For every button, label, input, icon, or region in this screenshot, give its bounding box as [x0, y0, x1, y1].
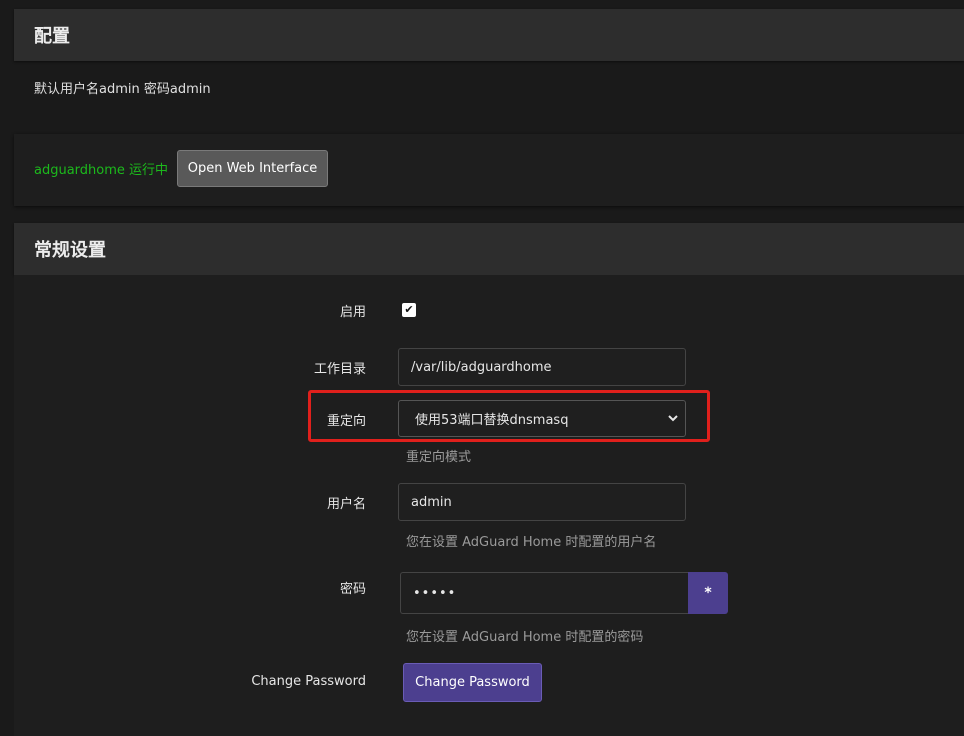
- check-icon: ✔: [404, 303, 414, 316]
- general-settings-title: 常规设置: [34, 240, 106, 261]
- workdir-input[interactable]: /var/lib/adguardhome: [398, 348, 686, 386]
- password-input[interactable]: •••••: [400, 572, 688, 614]
- username-help: 您在设置 AdGuard Home 时配置的用户名: [406, 535, 657, 550]
- username-input[interactable]: admin: [398, 483, 686, 521]
- enable-checkbox[interactable]: ✔: [402, 303, 416, 317]
- change-password-label: Change Password: [251, 674, 366, 689]
- page: 配置 默认用户名admin 密码admin adguardhome 运行中 Op…: [0, 0, 964, 736]
- config-section-title: 配置: [34, 26, 70, 47]
- chevron-down-icon: [668, 415, 678, 422]
- default-credentials-note: 默认用户名admin 密码admin: [34, 82, 211, 97]
- workdir-label: 工作目录: [313, 362, 366, 377]
- redirect-label: 重定向: [326, 414, 366, 429]
- redirect-help: 重定向模式: [406, 450, 472, 465]
- password-label: 密码: [339, 582, 366, 597]
- password-reveal-button[interactable]: *: [688, 572, 728, 614]
- general-settings-header: 常规设置: [14, 223, 964, 275]
- redirect-select[interactable]: 使用53端口替换dnsmasq: [398, 400, 686, 437]
- redirect-selected-value: 使用53端口替换dnsmasq: [415, 413, 569, 428]
- username-label: 用户名: [326, 497, 366, 512]
- status-panel: adguardhome 运行中 Open Web Interface: [14, 134, 964, 206]
- config-section-header: 配置: [14, 9, 964, 61]
- enable-label: 启用: [339, 305, 366, 320]
- running-status: adguardhome 运行中: [34, 163, 169, 178]
- password-help: 您在设置 AdGuard Home 时配置的密码: [406, 630, 644, 645]
- change-password-button[interactable]: Change Password: [403, 663, 542, 702]
- open-web-interface-button[interactable]: Open Web Interface: [177, 150, 328, 187]
